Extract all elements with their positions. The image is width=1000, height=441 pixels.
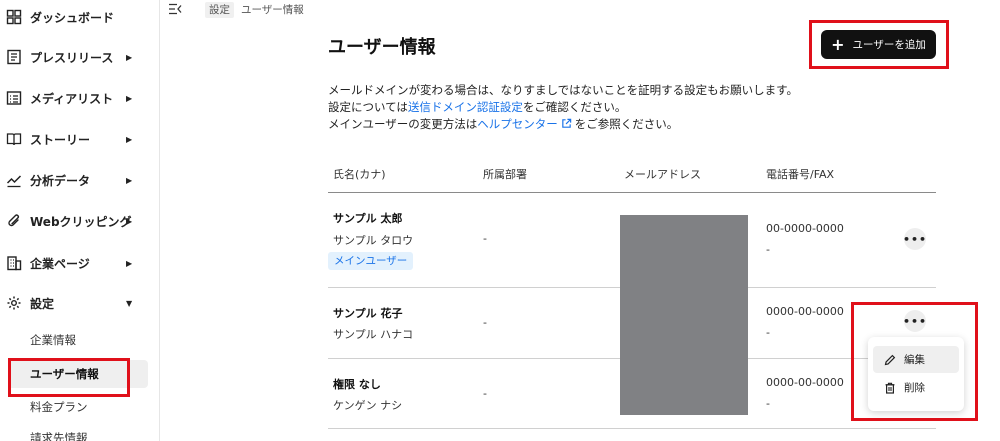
sidebar-subitem-company-info[interactable]: 企業情報 [8, 326, 148, 354]
row-divider [328, 428, 936, 429]
paperclip-icon [8, 214, 20, 227]
sidebar-item-media-list[interactable]: メディアリスト ▶ [0, 83, 160, 113]
document-icon [7, 49, 21, 65]
user-name: サンプル 花子 [333, 307, 403, 320]
notice-line-2: 設定については送信ドメイン認証設定をご確認ください。 [328, 99, 626, 115]
gear-icon [7, 296, 21, 310]
sidebar-item-label: ダッシュボード [30, 10, 115, 25]
page-title: ユーザー情報 [328, 37, 436, 58]
user-fax: - [766, 243, 770, 256]
chevron-right-icon: ▶ [126, 258, 133, 268]
main-user-badge: メインユーザー [328, 252, 414, 270]
sidebar-item-label: Webクリッピング [30, 214, 132, 229]
sidebar-item-label: 企業ページ [30, 256, 90, 271]
plus-icon: + [831, 34, 845, 54]
redacted-email-block [620, 215, 748, 415]
user-name: サンプル 太郎 [333, 212, 403, 225]
sidebar-item-analytics[interactable]: 分析データ ▶ [0, 165, 160, 195]
sidebar-item-web-clipping[interactable]: Webクリッピング ▶ [0, 206, 160, 236]
menu-item-label: 削除 [904, 382, 925, 394]
user-fax: - [766, 397, 770, 410]
chevron-right-icon: ▶ [126, 134, 133, 144]
book-icon [6, 133, 22, 146]
dashboard-icon [6, 9, 22, 25]
user-phone: 0000-00-0000 [766, 376, 844, 389]
list-icon [6, 91, 22, 105]
sidebar-item-label: 分析データ [30, 173, 91, 188]
column-header-email: メールアドレス [624, 168, 701, 181]
chevron-right-icon: ▶ [126, 216, 133, 226]
user-name: 権限 なし [333, 378, 381, 391]
chevron-right-icon: ▶ [126, 175, 133, 185]
row-menu-button[interactable]: ••• [903, 228, 926, 250]
sidebar-item-label: プレスリリース [30, 50, 114, 65]
sidebar-item-label: 設定 [30, 296, 55, 311]
menu-item-edit[interactable]: 編集 [873, 346, 959, 373]
sidebar-item-label: ストーリー [30, 132, 91, 147]
sidebar-item-label: メディアリスト [30, 91, 114, 106]
notice-text: をご確認ください。 [522, 100, 627, 114]
add-user-button[interactable]: + ユーザーを追加 [821, 30, 936, 59]
user-department: - [483, 232, 487, 245]
collapse-sidebar-icon[interactable] [168, 3, 182, 15]
sidebar-item-dashboard[interactable]: ダッシュボード [0, 2, 160, 32]
notice-line-3: メインユーザーの変更方法はヘルプセンター をご参照ください。 [328, 116, 678, 132]
sidebar-item-press-release[interactable]: プレスリリース ▶ [0, 42, 160, 72]
sidebar-subitem-billing-info[interactable]: 請求先情報 [8, 424, 148, 441]
user-kana: サンプル タロウ [333, 234, 414, 247]
notice-text: 設定については [328, 100, 408, 114]
sidebar-item-story[interactable]: ストーリー ▶ [0, 124, 160, 154]
user-department: - [483, 316, 487, 329]
pencil-icon [884, 354, 896, 365]
notice-text: メインユーザーの変更方法は [328, 117, 478, 131]
row-action-menu: 編集 削除 [868, 337, 964, 411]
column-header-phone: 電話番号/FAX [766, 168, 835, 181]
sidebar-item-settings[interactable]: 設定 ▼ [0, 288, 160, 318]
building-icon [7, 256, 22, 271]
sidebar-item-company-page[interactable]: 企業ページ ▶ [0, 248, 160, 278]
chart-icon [6, 175, 22, 188]
user-kana: ケンゲン ナシ [333, 399, 403, 412]
domain-auth-link[interactable]: 送信ドメイン認証設定 [408, 100, 523, 114]
chevron-right-icon: ▶ [126, 93, 133, 103]
breadcrumb-current: ユーザー情報 [241, 4, 304, 16]
chevron-down-icon: ▼ [126, 298, 133, 308]
chevron-right-icon: ▶ [126, 52, 133, 62]
menu-item-delete[interactable]: 削除 [873, 374, 959, 401]
menu-item-label: 編集 [904, 354, 925, 366]
column-header-department: 所属部署 [483, 168, 527, 181]
user-phone: 0000-00-0000 [766, 305, 844, 318]
user-fax: - [766, 326, 770, 339]
breadcrumb-settings[interactable]: 設定 [205, 2, 234, 18]
sidebar-subitem-pricing-plan[interactable]: 料金プラン [8, 393, 148, 421]
table-header-divider [328, 192, 936, 193]
sidebar-subitem-user-info[interactable]: ユーザー情報 [8, 358, 148, 397]
add-user-button-label: ユーザーを追加 [852, 39, 926, 51]
sidebar: ダッシュボード プレスリリース ▶ メディアリスト ▶ ストーリー ▶ 分析デー… [0, 0, 160, 441]
trash-icon [885, 382, 895, 394]
external-link-icon[interactable] [561, 118, 572, 129]
user-department: - [483, 387, 487, 400]
user-phone: 00-0000-0000 [766, 222, 844, 235]
notice-text: をご参照ください。 [574, 117, 679, 131]
help-center-link[interactable]: ヘルプセンター [477, 117, 558, 131]
user-kana: サンプル ハナコ [333, 328, 414, 341]
column-header-name: 氏名(カナ) [333, 168, 386, 181]
app-root: ダッシュボード プレスリリース ▶ メディアリスト ▶ ストーリー ▶ 分析デー… [0, 0, 1000, 441]
notice-line-1: メールドメインが変わる場合は、なりすましではないことを証明する設定もお願いします… [328, 83, 798, 97]
